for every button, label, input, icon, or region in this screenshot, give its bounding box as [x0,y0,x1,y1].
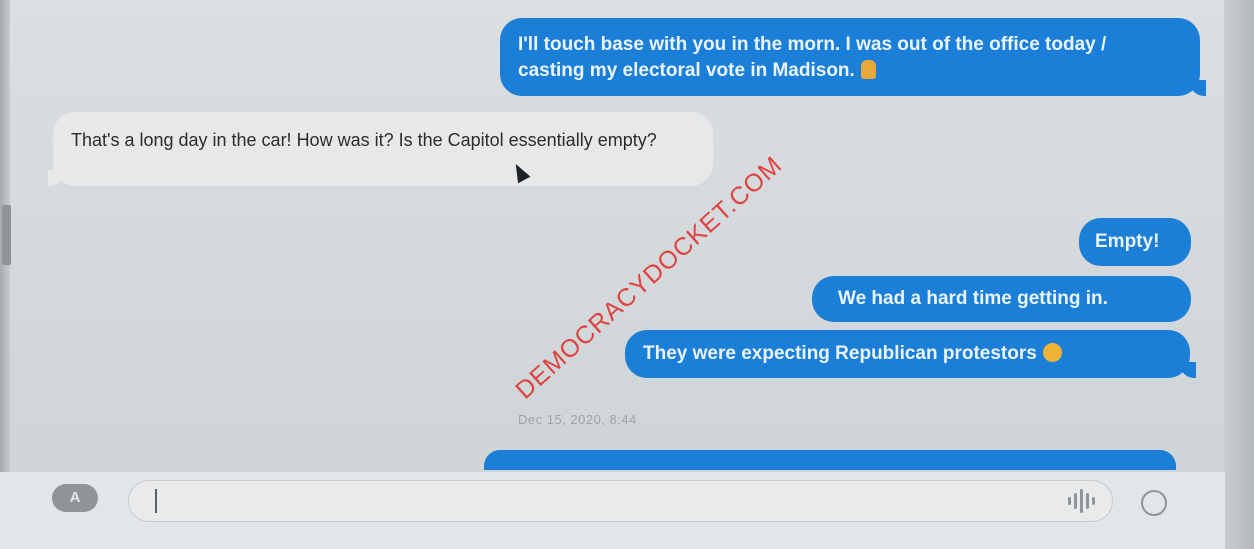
audio-wave-icon[interactable] [1062,488,1102,514]
window-left-edge [0,0,10,549]
message-text: We had a hard time getting in. [838,288,1108,309]
window-right-edge [1224,0,1254,549]
incoming-message-bubble[interactable]: That's a long day in the car! How was it… [48,112,713,186]
message-timestamp: Dec 15, 2020, 8:44 [518,412,637,427]
message-text: They were expecting Republican protestor… [643,343,1037,364]
window-left-notch [2,205,11,265]
message-text: That's a long day in the car! How was it… [71,130,657,150]
outgoing-message-bubble[interactable]: We had a hard time getting in. [812,276,1191,322]
emoji-picker-icon[interactable] [1141,490,1167,516]
outgoing-message-bubble[interactable]: I'll touch base with you in the morn. I … [500,18,1206,96]
outgoing-message-bubble[interactable]: They were expecting Republican protestor… [625,330,1196,378]
face-emoji-icon [1042,343,1062,362]
appstore-icon[interactable]: A [52,484,98,512]
text-caret [155,489,157,513]
message-screen: I'll touch base with you in the morn. I … [0,0,1254,549]
person-emoji-icon [860,60,876,79]
message-input[interactable] [128,480,1113,522]
message-text: Empty! [1095,231,1160,252]
outgoing-message-bubble[interactable]: Empty! [1079,218,1191,266]
message-text: I'll touch base with you in the morn. I … [518,34,1107,81]
outgoing-message-bubble-partial[interactable] [484,450,1176,470]
